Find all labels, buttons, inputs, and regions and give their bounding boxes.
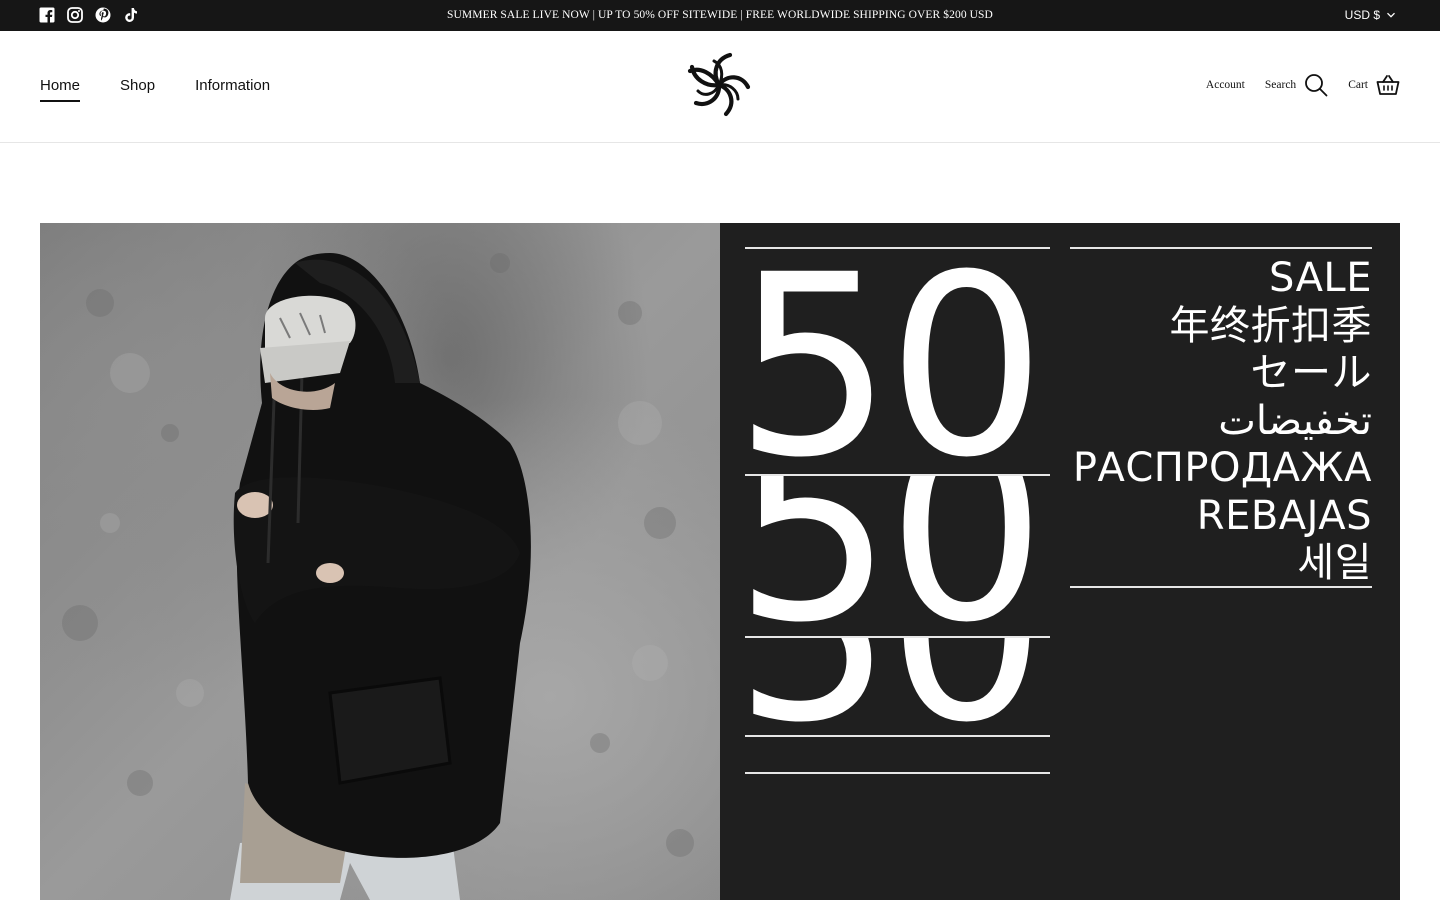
sale-promo-panel: 50 50 50 SALE 年终折扣季 セール تخفيضات РАСПРОДА…: [720, 223, 1400, 900]
sale-words-list: SALE 年终折扣季 セール تخفيضات РАСПРОДАЖА REBAJA…: [1042, 255, 1372, 588]
account-label: Account: [1205, 79, 1245, 91]
hero-model-photo: [40, 223, 720, 900]
announcement-text: SUMMER SALE LIVE NOW | UP TO 50% OFF SIT…: [447, 9, 993, 21]
search-label: Search: [1264, 79, 1297, 91]
announcement-bar: SUMMER SALE LIVE NOW | UP TO 50% OFF SIT…: [0, 0, 1440, 31]
sale-word-russian: РАСПРОДАЖА: [1072, 445, 1372, 491]
search-icon: [1304, 73, 1328, 97]
sale-word-arabic: تخفيضات: [1218, 397, 1372, 444]
sale-word-chinese: 年终折扣季: [1169, 302, 1372, 349]
nav-shop[interactable]: Shop: [120, 77, 155, 100]
sale-word-korean: 세일: [1297, 540, 1372, 586]
search-button[interactable]: Search: [1265, 73, 1328, 97]
sale-number-top: 50: [734, 223, 1040, 512]
nav-home[interactable]: Home: [40, 77, 81, 102]
cart-button[interactable]: Cart: [1348, 74, 1400, 96]
currency-label: USD $: [1344, 8, 1380, 22]
sale-word-english: SALE: [1268, 255, 1372, 301]
brand-logo[interactable]: [686, 51, 752, 119]
sale-word-japanese: セール: [1250, 350, 1372, 396]
chevron-down-icon: [1386, 10, 1396, 20]
main-nav: Home Shop Information: [40, 77, 270, 102]
account-link[interactable]: Account: [1206, 79, 1245, 91]
site-header: Home Shop Information Account Search Car…: [0, 31, 1440, 143]
nav-information[interactable]: Information: [195, 77, 270, 100]
hero-banner[interactable]: 50 50 50 SALE 年终折扣季 セール تخفيضات РАСПРОДА…: [40, 223, 1400, 900]
header-actions: Account Search Cart: [1206, 73, 1400, 97]
sale-word-spanish: REBAJAS: [1196, 492, 1372, 539]
basket-icon: [1376, 74, 1400, 96]
cart-label: Cart: [1348, 79, 1368, 91]
currency-selector[interactable]: USD $: [1345, 8, 1396, 22]
